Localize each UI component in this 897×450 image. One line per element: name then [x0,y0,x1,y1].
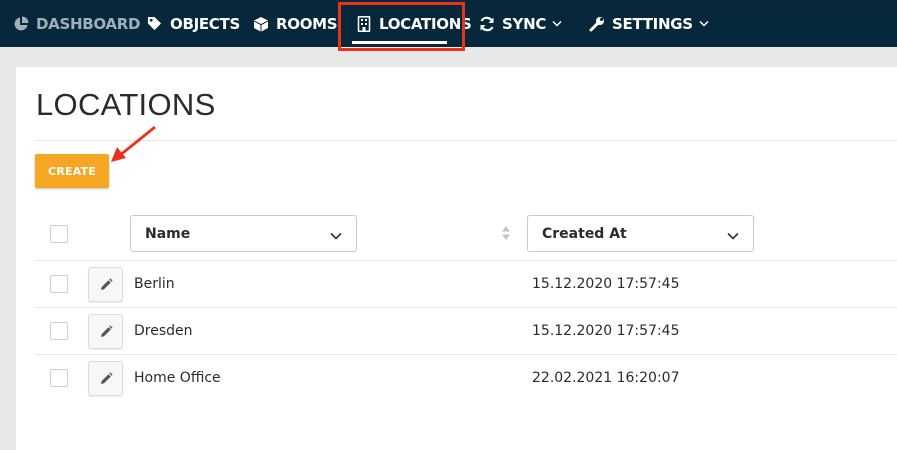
nav-rooms[interactable]: ROOMS [252,0,338,47]
row-checkbox[interactable] [50,322,68,340]
nav-sync[interactable]: SYNC [478,0,562,47]
row-created-at: 15.12.2020 17:57:45 [532,323,680,339]
divider [36,260,897,261]
pie-chart-icon [12,15,29,32]
chevron-down-icon [699,20,709,27]
row-checkbox[interactable] [50,275,68,293]
wrench-icon [588,15,605,32]
nav-dashboard[interactable]: DASHBOARD [12,0,140,47]
divider [36,354,897,355]
column-select-label: Name [145,225,191,242]
nav-settings[interactable]: SETTINGS [588,0,709,47]
edit-button[interactable] [88,267,123,302]
edit-button[interactable] [88,361,123,396]
divider [36,140,897,141]
row-created-at: 22.02.2021 16:20:07 [532,370,680,386]
sync-icon [478,15,495,32]
nav-objects-label: OBJECTS [170,14,240,33]
page-title: LOCATIONS [36,87,216,122]
row-created-at: 15.12.2020 17:57:45 [532,276,680,292]
column-select-label: Created At [542,225,627,242]
row-name: Home Office [134,370,221,386]
row-checkbox[interactable] [50,369,68,387]
chevron-down-icon [330,228,342,244]
column-select-name[interactable]: Name [130,215,357,252]
nav-dashboard-label: DASHBOARD [36,14,141,33]
chevron-down-icon [552,20,562,27]
pencil-icon [100,371,113,384]
row-name: Dresden [134,323,193,339]
pencil-icon [100,277,113,290]
chevron-down-icon [727,228,739,244]
annotation-arrow-icon [111,125,156,162]
cube-icon [252,15,269,32]
main-panel: LOCATIONS CREATE Name Created At Berlin … [16,67,897,450]
pencil-icon [100,324,113,337]
nav-rooms-label: ROOMS [276,14,338,33]
tag-icon [146,15,163,32]
sort-icon[interactable] [501,225,511,241]
annotation-highlight-box [338,2,465,51]
nav-settings-label: SETTINGS [612,14,693,33]
create-button[interactable]: CREATE [35,154,109,188]
select-all-checkbox[interactable] [50,225,68,243]
nav-objects[interactable]: OBJECTS [146,0,240,47]
row-name: Berlin [134,276,175,292]
edit-button[interactable] [88,314,123,349]
nav-sync-label: SYNC [502,14,547,33]
divider [36,307,897,308]
column-select-created-at[interactable]: Created At [527,215,754,252]
